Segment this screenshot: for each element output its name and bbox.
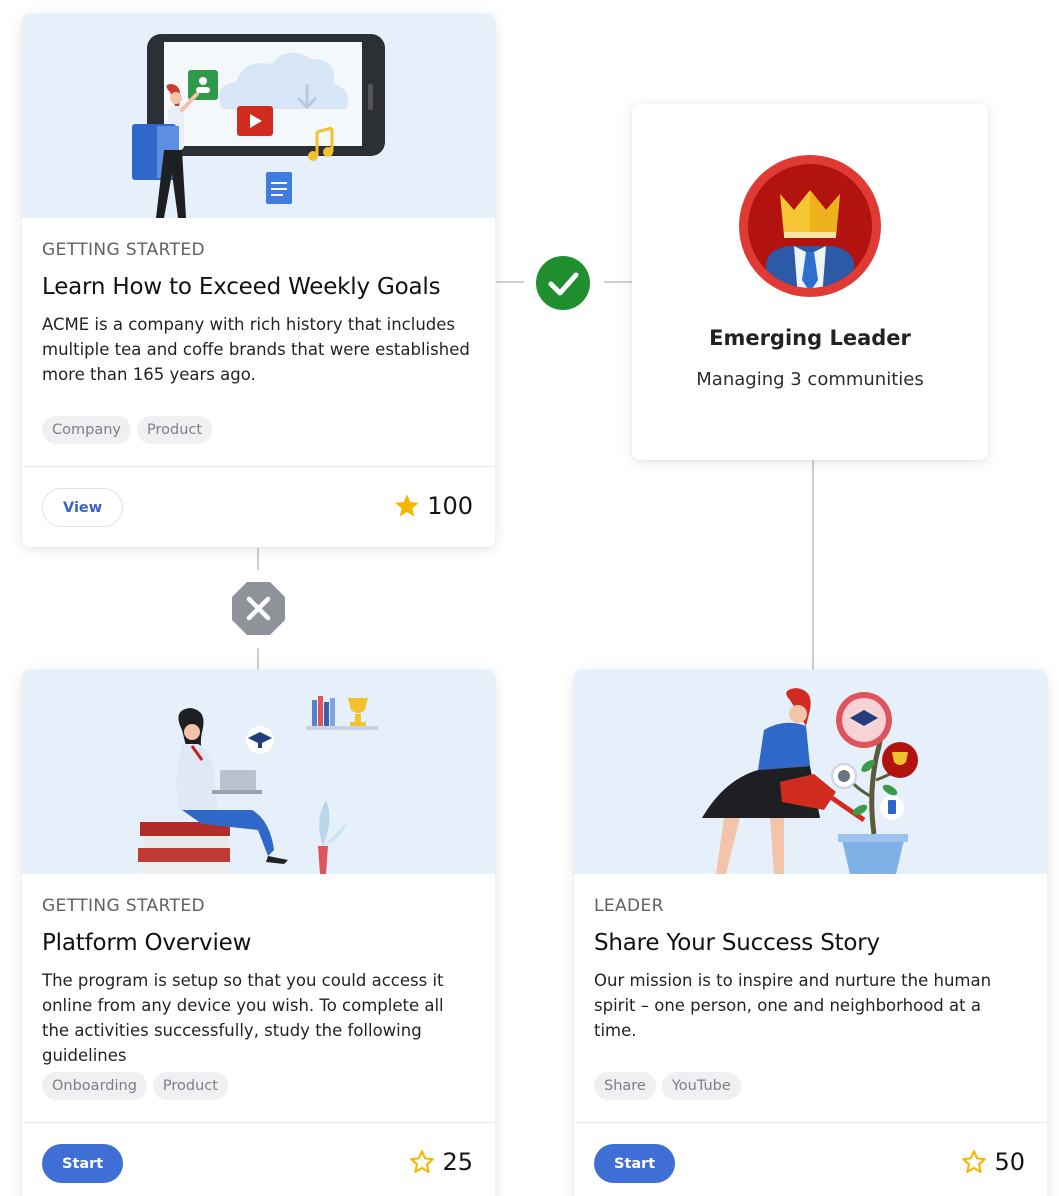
points-value: 100: [427, 492, 473, 520]
badge-card-emerging-leader[interactable]: Emerging Leader Managing 3 communities: [632, 104, 988, 460]
connector-line-card1-to-badge-left: [496, 281, 524, 283]
connector-line-card1-to-badge-right: [604, 281, 632, 283]
card-illustration-cloud-media: [22, 14, 495, 218]
check-circle-icon: [536, 256, 590, 314]
tag[interactable]: Share: [594, 1072, 656, 1100]
card-category: GETTING STARTED: [42, 896, 205, 916]
card-divider: [22, 1122, 495, 1123]
star-outline-icon: [960, 1148, 988, 1176]
start-button[interactable]: Start: [594, 1144, 676, 1183]
tag[interactable]: Product: [136, 416, 213, 444]
crown-leader-badge-icon: [738, 154, 882, 302]
card-description: The program is setup so that you could a…: [42, 971, 444, 1065]
card-title: Platform Overview: [42, 930, 252, 956]
connector-line-card1-to-card2-top: [257, 548, 259, 570]
tag[interactable]: Product: [152, 1072, 228, 1100]
card-category: LEADER: [594, 896, 664, 916]
card-description: ACME is a company with rich history that…: [42, 315, 470, 384]
activity-card-weekly-goals[interactable]: GETTING STARTED Learn How to Exceed Week…: [22, 14, 495, 547]
card-tags: Onboarding Product: [42, 1072, 228, 1100]
card-title: Learn How to Exceed Weekly Goals: [42, 274, 441, 300]
points-value: 50: [994, 1148, 1025, 1176]
card-points: 50: [960, 1148, 1025, 1176]
card-points: 100: [393, 492, 473, 520]
card-divider: [574, 1122, 1047, 1123]
card-divider: [22, 466, 495, 467]
card-tags: Company Product: [42, 416, 213, 444]
activity-card-success-story[interactable]: LEADER Share Your Success Story Our miss…: [574, 670, 1047, 1196]
card-title: Share Your Success Story: [594, 930, 880, 956]
card-tags: Share YouTube: [594, 1072, 741, 1100]
card-category: GETTING STARTED: [42, 240, 205, 260]
x-octagon-icon: [231, 581, 286, 640]
star-outline-icon: [408, 1148, 436, 1176]
card-description: Our mission is to inspire and nurture th…: [594, 971, 992, 1040]
card-illustration-study-laptop: [22, 670, 495, 874]
connector-line-badge-to-card3: [812, 460, 814, 670]
card-points: 25: [408, 1148, 473, 1176]
star-filled-icon: [393, 492, 421, 520]
tag[interactable]: Onboarding: [42, 1072, 147, 1100]
view-button[interactable]: View: [42, 488, 124, 527]
card-illustration-watering-plant: [574, 670, 1047, 874]
connector-line-card1-to-card2-bottom: [257, 648, 259, 670]
tag[interactable]: Company: [42, 416, 131, 444]
points-value: 25: [442, 1148, 473, 1176]
badge-title: Emerging Leader: [709, 326, 911, 350]
tag[interactable]: YouTube: [661, 1072, 741, 1100]
activity-card-platform-overview[interactable]: GETTING STARTED Platform Overview The pr…: [22, 670, 495, 1196]
start-button[interactable]: Start: [42, 1144, 124, 1183]
badge-subtitle: Managing 3 communities: [696, 369, 924, 390]
